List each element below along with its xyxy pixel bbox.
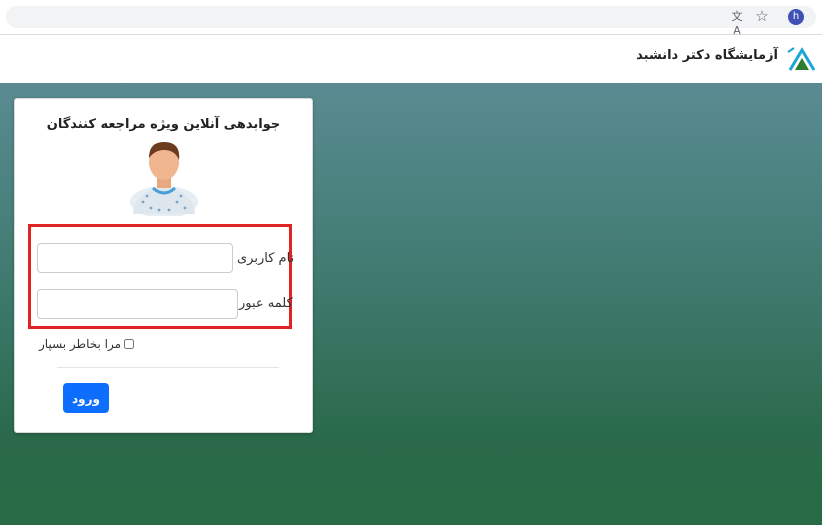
remember-me-label[interactable]: مرا بخاطر بسپار: [39, 337, 121, 351]
password-label: کلمه عبور: [239, 296, 293, 311]
translate-icon[interactable]: 文A: [730, 10, 744, 37]
lab-logo-icon[interactable]: [786, 44, 818, 74]
login-button[interactable]: ورود: [63, 383, 109, 413]
username-input[interactable]: [37, 243, 233, 273]
form-divider: [57, 367, 279, 368]
site-title[interactable]: آزمایشگاه دکتر دانشبد: [636, 48, 778, 63]
remember-me-checkbox[interactable]: [124, 339, 135, 349]
site-header: آزمایشگاه دکتر دانشبد: [0, 35, 822, 83]
remember-me-row: مرا بخاطر بسپار: [39, 337, 135, 351]
login-card: جوابدهی آنلاین ویژه مراجعه کنندگان نام ک…: [14, 98, 313, 433]
browser-toolbar: 文A ☆ h: [0, 0, 822, 37]
profile-avatar[interactable]: h: [788, 9, 804, 25]
address-bar[interactable]: [6, 6, 816, 28]
bookmark-star-icon[interactable]: ☆: [754, 8, 770, 24]
username-label: نام کاربری: [237, 251, 295, 266]
password-input[interactable]: [37, 289, 238, 319]
patient-avatar-icon: [130, 142, 198, 216]
